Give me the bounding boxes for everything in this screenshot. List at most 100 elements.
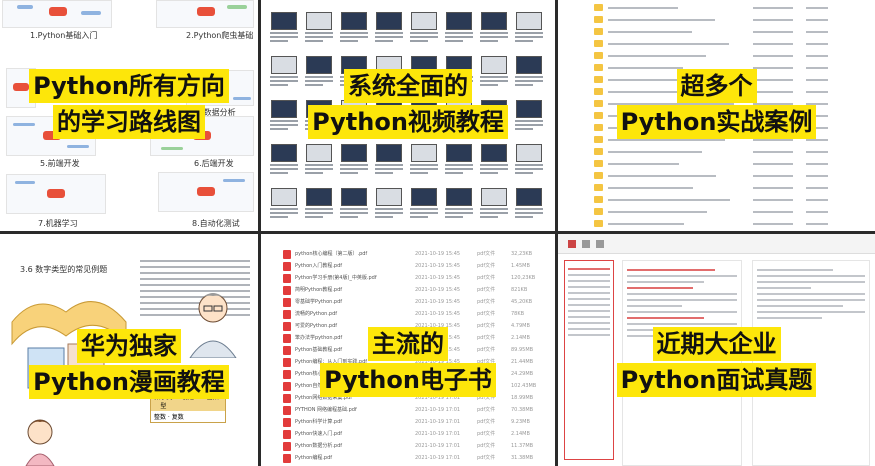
file-date: 2021-10-19 17:01 bbox=[415, 419, 461, 425]
file-size: 70.38MB bbox=[511, 407, 534, 413]
file-row[interactable]: python核心编程（第二版）.pdf 2021-10-19 15:45 pdf文件… bbox=[261, 248, 555, 260]
interview-tile: 近期大企业 Python面试真题 bbox=[558, 234, 875, 466]
mind-map-node bbox=[47, 189, 65, 198]
video-thumbnail bbox=[514, 12, 544, 50]
cases-caption: 超多个 Python实战案例 bbox=[558, 68, 875, 140]
folder-row bbox=[558, 50, 875, 62]
roadmap-label: 5.前端开发 bbox=[40, 159, 80, 168]
mind-map-node bbox=[17, 5, 33, 9]
file-type: pdf文件 bbox=[477, 311, 496, 317]
cases-tile: 超多个 Python实战案例 bbox=[558, 0, 875, 231]
file-size: 9.23MB bbox=[511, 419, 530, 425]
video-thumbnail bbox=[479, 12, 509, 50]
file-row[interactable]: 零基础学Python.pdf 2021-10-19 15:45 pdf文件 45,20… bbox=[261, 296, 555, 308]
video-thumbnail bbox=[409, 144, 439, 182]
file-row[interactable]: 流畅的Python.pdf 2021-10-19 15:45 pdf文件 78KB bbox=[261, 308, 555, 320]
file-type: pdf文件 bbox=[477, 299, 496, 305]
toolbar-icon bbox=[596, 240, 604, 248]
folder-icon bbox=[594, 4, 603, 11]
videos-caption: 系统全面的 Python视频教程 bbox=[261, 68, 555, 140]
folder-icon bbox=[594, 28, 603, 35]
folder-icon bbox=[594, 220, 603, 227]
character-head bbox=[198, 293, 228, 323]
file-name: 零基础学Python.pdf bbox=[295, 299, 343, 305]
video-thumbnail bbox=[339, 12, 369, 50]
caption-line: Python电子书 bbox=[320, 363, 496, 397]
file-date: 2021-10-19 15:45 bbox=[415, 263, 461, 269]
caption-line: 系统全面的 bbox=[344, 69, 472, 103]
file-size: 821KB bbox=[511, 287, 528, 293]
pdf-file-icon bbox=[283, 406, 291, 415]
file-date: 2021-10-19 15:45 bbox=[415, 299, 461, 305]
doc-toolbar bbox=[558, 234, 875, 254]
file-size: 31.38MB bbox=[511, 455, 534, 461]
roadmap-thumb-7 bbox=[6, 174, 106, 214]
file-type: pdf文件 bbox=[477, 419, 496, 425]
caption-line: Python实战案例 bbox=[616, 105, 817, 139]
folder-icon bbox=[594, 148, 603, 155]
folder-row bbox=[558, 146, 875, 158]
file-date: 2021-10-19 15:45 bbox=[415, 275, 461, 281]
folder-row bbox=[558, 206, 875, 218]
pdf-file-icon bbox=[283, 418, 291, 427]
video-thumbnail bbox=[479, 144, 509, 182]
pdf-file-icon bbox=[283, 250, 291, 259]
mind-map-node bbox=[197, 7, 215, 16]
file-type: pdf文件 bbox=[477, 407, 496, 413]
caption-line: Python漫画教程 bbox=[29, 365, 229, 399]
pdf-file-icon bbox=[283, 430, 291, 439]
roadmap-label: 8.自动化测试 bbox=[192, 219, 240, 228]
folder-row bbox=[558, 2, 875, 14]
file-row[interactable]: Python快速入门.pdf 2021-10-19 17:01 pdf文件 2.14M… bbox=[261, 428, 555, 440]
video-thumbnail bbox=[514, 188, 544, 226]
roadmap-thumb-2 bbox=[156, 0, 254, 28]
video-thumbnail bbox=[444, 144, 474, 182]
ebooks-caption: 主流的 Python电子书 bbox=[261, 326, 555, 398]
file-date: 2021-10-19 17:01 bbox=[415, 443, 461, 449]
caption-line: 近期大企业 bbox=[652, 327, 781, 361]
file-date: 2021-10-19 15:45 bbox=[415, 311, 461, 317]
roadmap-tile: 1.Python基础入门 2.Python爬虫基础 4.数据分析 5.前端开发 … bbox=[0, 0, 258, 231]
mind-map-node bbox=[227, 5, 247, 9]
video-thumbnail bbox=[374, 144, 404, 182]
file-type: pdf文件 bbox=[477, 251, 496, 257]
file-type: pdf文件 bbox=[477, 455, 496, 461]
mind-map-node bbox=[223, 179, 245, 182]
video-thumbnail bbox=[269, 188, 299, 226]
roadmap-label: 7.机器学习 bbox=[38, 219, 78, 228]
folder-icon bbox=[594, 172, 603, 179]
file-row[interactable]: Python编程.pdf 2021-10-19 17:01 pdf文件 31.38MB bbox=[261, 452, 555, 464]
folder-icon bbox=[594, 160, 603, 167]
folder-icon bbox=[594, 52, 603, 59]
video-thumbnail bbox=[339, 188, 369, 226]
file-row[interactable]: Python数据分析.pdf 2021-10-19 17:01 pdf文件 11.37… bbox=[261, 440, 555, 452]
folder-row bbox=[558, 26, 875, 38]
pdf-file-icon bbox=[283, 454, 291, 463]
file-name: Python编程.pdf bbox=[295, 455, 333, 461]
mind-map-node bbox=[161, 147, 183, 150]
file-row[interactable]: Python科学计算.pdf 2021-10-19 17:01 pdf文件 9.23M… bbox=[261, 416, 555, 428]
video-thumbnail bbox=[374, 188, 404, 226]
caption-line: 主流的 bbox=[368, 327, 448, 361]
comic-tile: 3.6 数字类型的常见例题 数字类型 创建 函数 整数 · 复数 bbox=[0, 234, 258, 466]
caption-line: 超多个 bbox=[676, 69, 757, 103]
file-row[interactable]: Python学习手册(第4版)_中英版.pdf 2021-10-19 15:45 p… bbox=[261, 272, 555, 284]
file-type: pdf文件 bbox=[477, 275, 496, 281]
file-name: Python科学计算.pdf bbox=[295, 419, 343, 425]
grid-divider bbox=[0, 231, 875, 234]
file-type: pdf文件 bbox=[477, 443, 496, 449]
caption-line: Python所有方向 bbox=[29, 69, 229, 103]
character-head bbox=[27, 419, 53, 445]
roadmap-label: 2.Python爬虫基础 bbox=[186, 31, 254, 40]
mind-map-node bbox=[67, 145, 89, 148]
file-row[interactable]: Python入门教程.pdf 2021-10-19 15:45 pdf文件 1.45M… bbox=[261, 260, 555, 272]
file-row[interactable]: 简明Python教程.pdf 2021-10-19 15:45 pdf文件 821KB bbox=[261, 284, 555, 296]
mind-map-node bbox=[49, 7, 67, 16]
file-name: Python学习手册(第4版)_中英版.pdf bbox=[295, 275, 377, 281]
caption-line: 的学习路线图 bbox=[53, 105, 205, 139]
interview-caption: 近期大企业 Python面试真题 bbox=[558, 326, 875, 398]
video-thumbnail bbox=[514, 144, 544, 182]
mind-map-node bbox=[81, 11, 101, 15]
toolbar-icon bbox=[582, 240, 590, 248]
file-row[interactable]: PYTHON 网络编程基础.pdf 2021-10-19 17:01 pdf文件 70… bbox=[261, 404, 555, 416]
